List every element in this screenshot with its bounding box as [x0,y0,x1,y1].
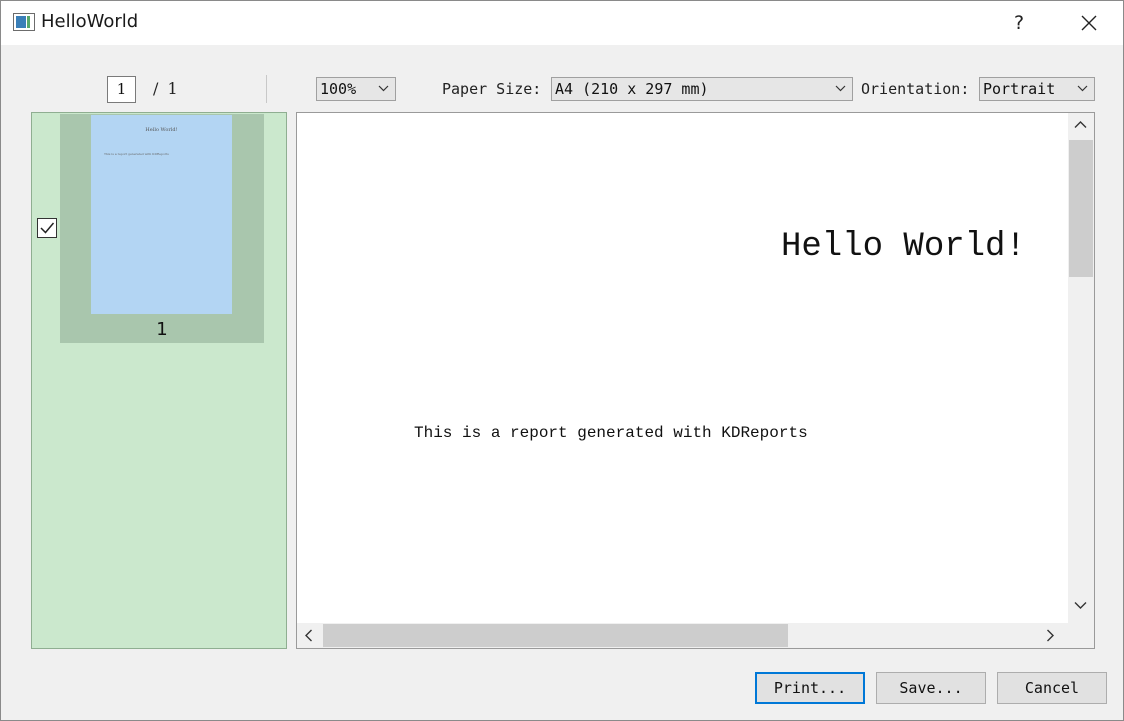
page-thumbnail[interactable]: Hello World! This is a report generated … [60,114,264,343]
paper-size-combo[interactable]: A4 (210 x 297 mm) [551,77,853,101]
help-button[interactable]: ? [1006,7,1032,39]
save-button[interactable]: Save... [876,672,986,704]
paper-size-label: Paper Size: [442,80,542,98]
scroll-up-icon[interactable] [1074,120,1087,129]
vertical-scroll-thumb[interactable] [1069,140,1093,277]
thumbnail-page-number: 1 [156,319,168,340]
zoom-value: 100% [320,80,357,98]
thumbnail-body-text: This is a report generated with KDReport… [104,152,169,156]
checkmark-icon [40,222,55,234]
app-icon [13,13,35,31]
chevron-down-icon [1077,85,1088,92]
vertical-scrollbar[interactable] [1068,113,1094,623]
window-title: HelloWorld [41,11,139,32]
print-preview-dialog: HelloWorld ? 1 / 1 100% Paper Size: A4 (… [0,0,1124,721]
current-page-input[interactable]: 1 [107,76,136,103]
orientation-value: Portrait [983,80,1056,98]
toolbar-separator [266,75,267,103]
thumbnail-page-image: Hello World! This is a report generated … [91,115,232,314]
orientation-combo[interactable]: Portrait [979,77,1095,101]
zoom-combo[interactable]: 100% [316,77,396,101]
page-select-checkbox[interactable] [37,218,57,238]
chevron-down-icon [378,85,389,92]
title-bar: HelloWorld ? [1,1,1123,45]
scroll-right-icon[interactable] [1046,629,1055,642]
scroll-down-icon[interactable] [1074,601,1087,610]
chevron-down-icon [835,85,846,92]
horizontal-scrollbar[interactable] [297,623,1068,648]
cancel-button[interactable]: Cancel [997,672,1107,704]
horizontal-scroll-thumb[interactable] [323,624,788,647]
thumbnail-title-text: Hello World! [145,127,178,133]
scrollbar-corner [1068,623,1094,648]
page-thumbnail-list: Hello World! This is a report generated … [31,112,287,649]
orientation-label: Orientation: [861,80,970,98]
close-button[interactable] [1069,7,1109,39]
close-icon [1081,15,1097,31]
paper-size-value: A4 (210 x 297 mm) [555,80,709,98]
print-button[interactable]: Print... [755,672,865,704]
document-title: Hello World! [781,228,1026,266]
scroll-left-icon[interactable] [304,629,313,642]
page-total-label: / 1 [153,79,180,98]
page-preview: Hello World! This is a report generated … [296,112,1095,649]
document-body-text: This is a report generated with KDReport… [414,424,808,442]
